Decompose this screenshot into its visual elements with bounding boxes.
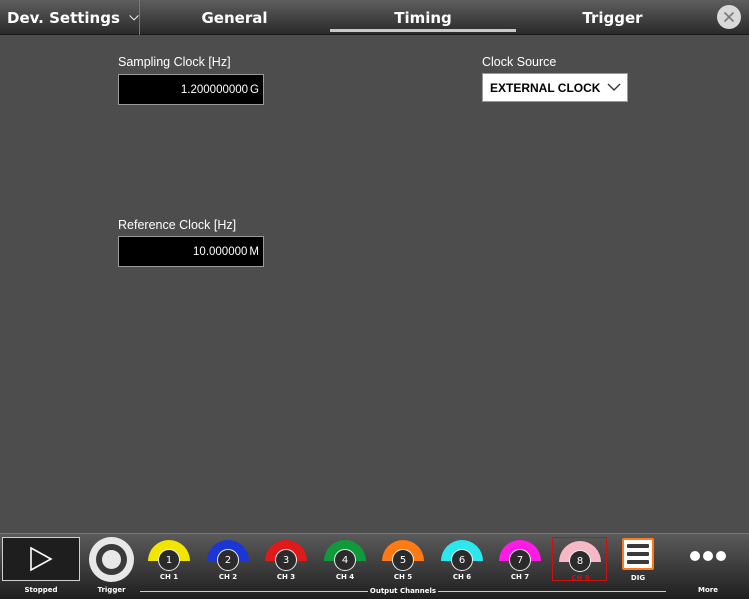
chevron-down-icon [129, 14, 139, 21]
sampling-clock-value: 1.200000000 [180, 83, 249, 96]
channel-1-button[interactable]: 1 CH 1 [144, 537, 194, 581]
channel-7-number: 7 [509, 549, 531, 571]
channel-2-label: CH 2 [218, 573, 238, 581]
channel-6-label: CH 6 [452, 573, 472, 581]
channel-8-button[interactable]: 8 CH 8 [552, 537, 607, 582]
dev-settings-title: Dev. Settings [7, 8, 120, 27]
channel-3-button[interactable]: 3 CH 3 [261, 537, 311, 581]
dev-settings-menu[interactable]: Dev. Settings [0, 0, 140, 35]
tab-general[interactable]: General [142, 0, 327, 35]
output-channels-label: Output Channels [369, 587, 437, 595]
channel-5-number: 5 [392, 549, 414, 571]
reference-clock-input[interactable]: 10.000000 M [118, 236, 264, 267]
trigger-icon [96, 544, 127, 575]
channel-1-number: 1 [158, 549, 180, 571]
channel-2-number: 2 [217, 549, 239, 571]
channel-8-label: CH 8 [571, 574, 590, 582]
channel-6-number: 6 [451, 549, 473, 571]
channel-5-label: CH 5 [393, 573, 413, 581]
channel-3-number: 3 [275, 549, 297, 571]
play-icon [30, 546, 53, 572]
more-label: More [698, 586, 718, 594]
channel-3-label: CH 3 [276, 573, 296, 581]
active-tab-indicator [330, 29, 516, 32]
more-icon[interactable] [690, 551, 726, 561]
channel-4-number: 4 [334, 549, 356, 571]
run-button[interactable] [2, 537, 80, 581]
close-button[interactable] [717, 5, 741, 29]
run-status-label: Stopped [24, 586, 58, 594]
channel-7-label: CH 7 [510, 573, 530, 581]
output-channels-divider-right [438, 591, 666, 592]
trigger-label: Trigger [97, 586, 126, 594]
channel-4-label: CH 4 [335, 573, 355, 581]
tab-trigger-label: Trigger [582, 8, 643, 27]
tab-timing-label: Timing [394, 8, 452, 27]
sampling-clock-label: Sampling Clock [Hz] [118, 55, 231, 69]
trigger-button[interactable] [89, 537, 134, 582]
channel-7-button[interactable]: 7 CH 7 [495, 537, 545, 581]
channel-6-button[interactable]: 6 CH 6 [437, 537, 487, 581]
top-bar: Dev. Settings General Timing Trigger [0, 0, 749, 35]
clock-source-select[interactable]: EXTERNAL CLOCK [482, 73, 628, 102]
channel-8-number: 8 [569, 550, 591, 572]
reference-clock-value: 10.000000 [193, 245, 248, 258]
reference-clock-label: Reference Clock [Hz] [118, 218, 237, 232]
close-icon [723, 11, 735, 23]
chevron-down-icon [607, 83, 621, 91]
channel-1-label: CH 1 [159, 573, 179, 581]
sampling-clock-input[interactable]: 1.200000000 G [118, 74, 264, 105]
dig-button[interactable] [622, 538, 654, 570]
tab-trigger[interactable]: Trigger [520, 0, 705, 35]
clock-source-label: Clock Source [482, 55, 557, 69]
tab-general-label: General [201, 8, 268, 27]
channel-4-button[interactable]: 4 CH 4 [320, 537, 370, 581]
clock-source-value: EXTERNAL CLOCK [490, 80, 601, 95]
reference-clock-unit: M [249, 245, 259, 258]
dig-label: DIG [630, 574, 646, 582]
sampling-clock-unit: G [250, 83, 259, 96]
output-channels-divider-left [140, 591, 368, 592]
channel-2-button[interactable]: 2 CH 2 [203, 537, 253, 581]
bottom-toolbar: Stopped Trigger 1 CH 1 2 CH 2 3 CH 3 4 C… [0, 533, 749, 599]
channel-5-button[interactable]: 5 CH 5 [378, 537, 428, 581]
